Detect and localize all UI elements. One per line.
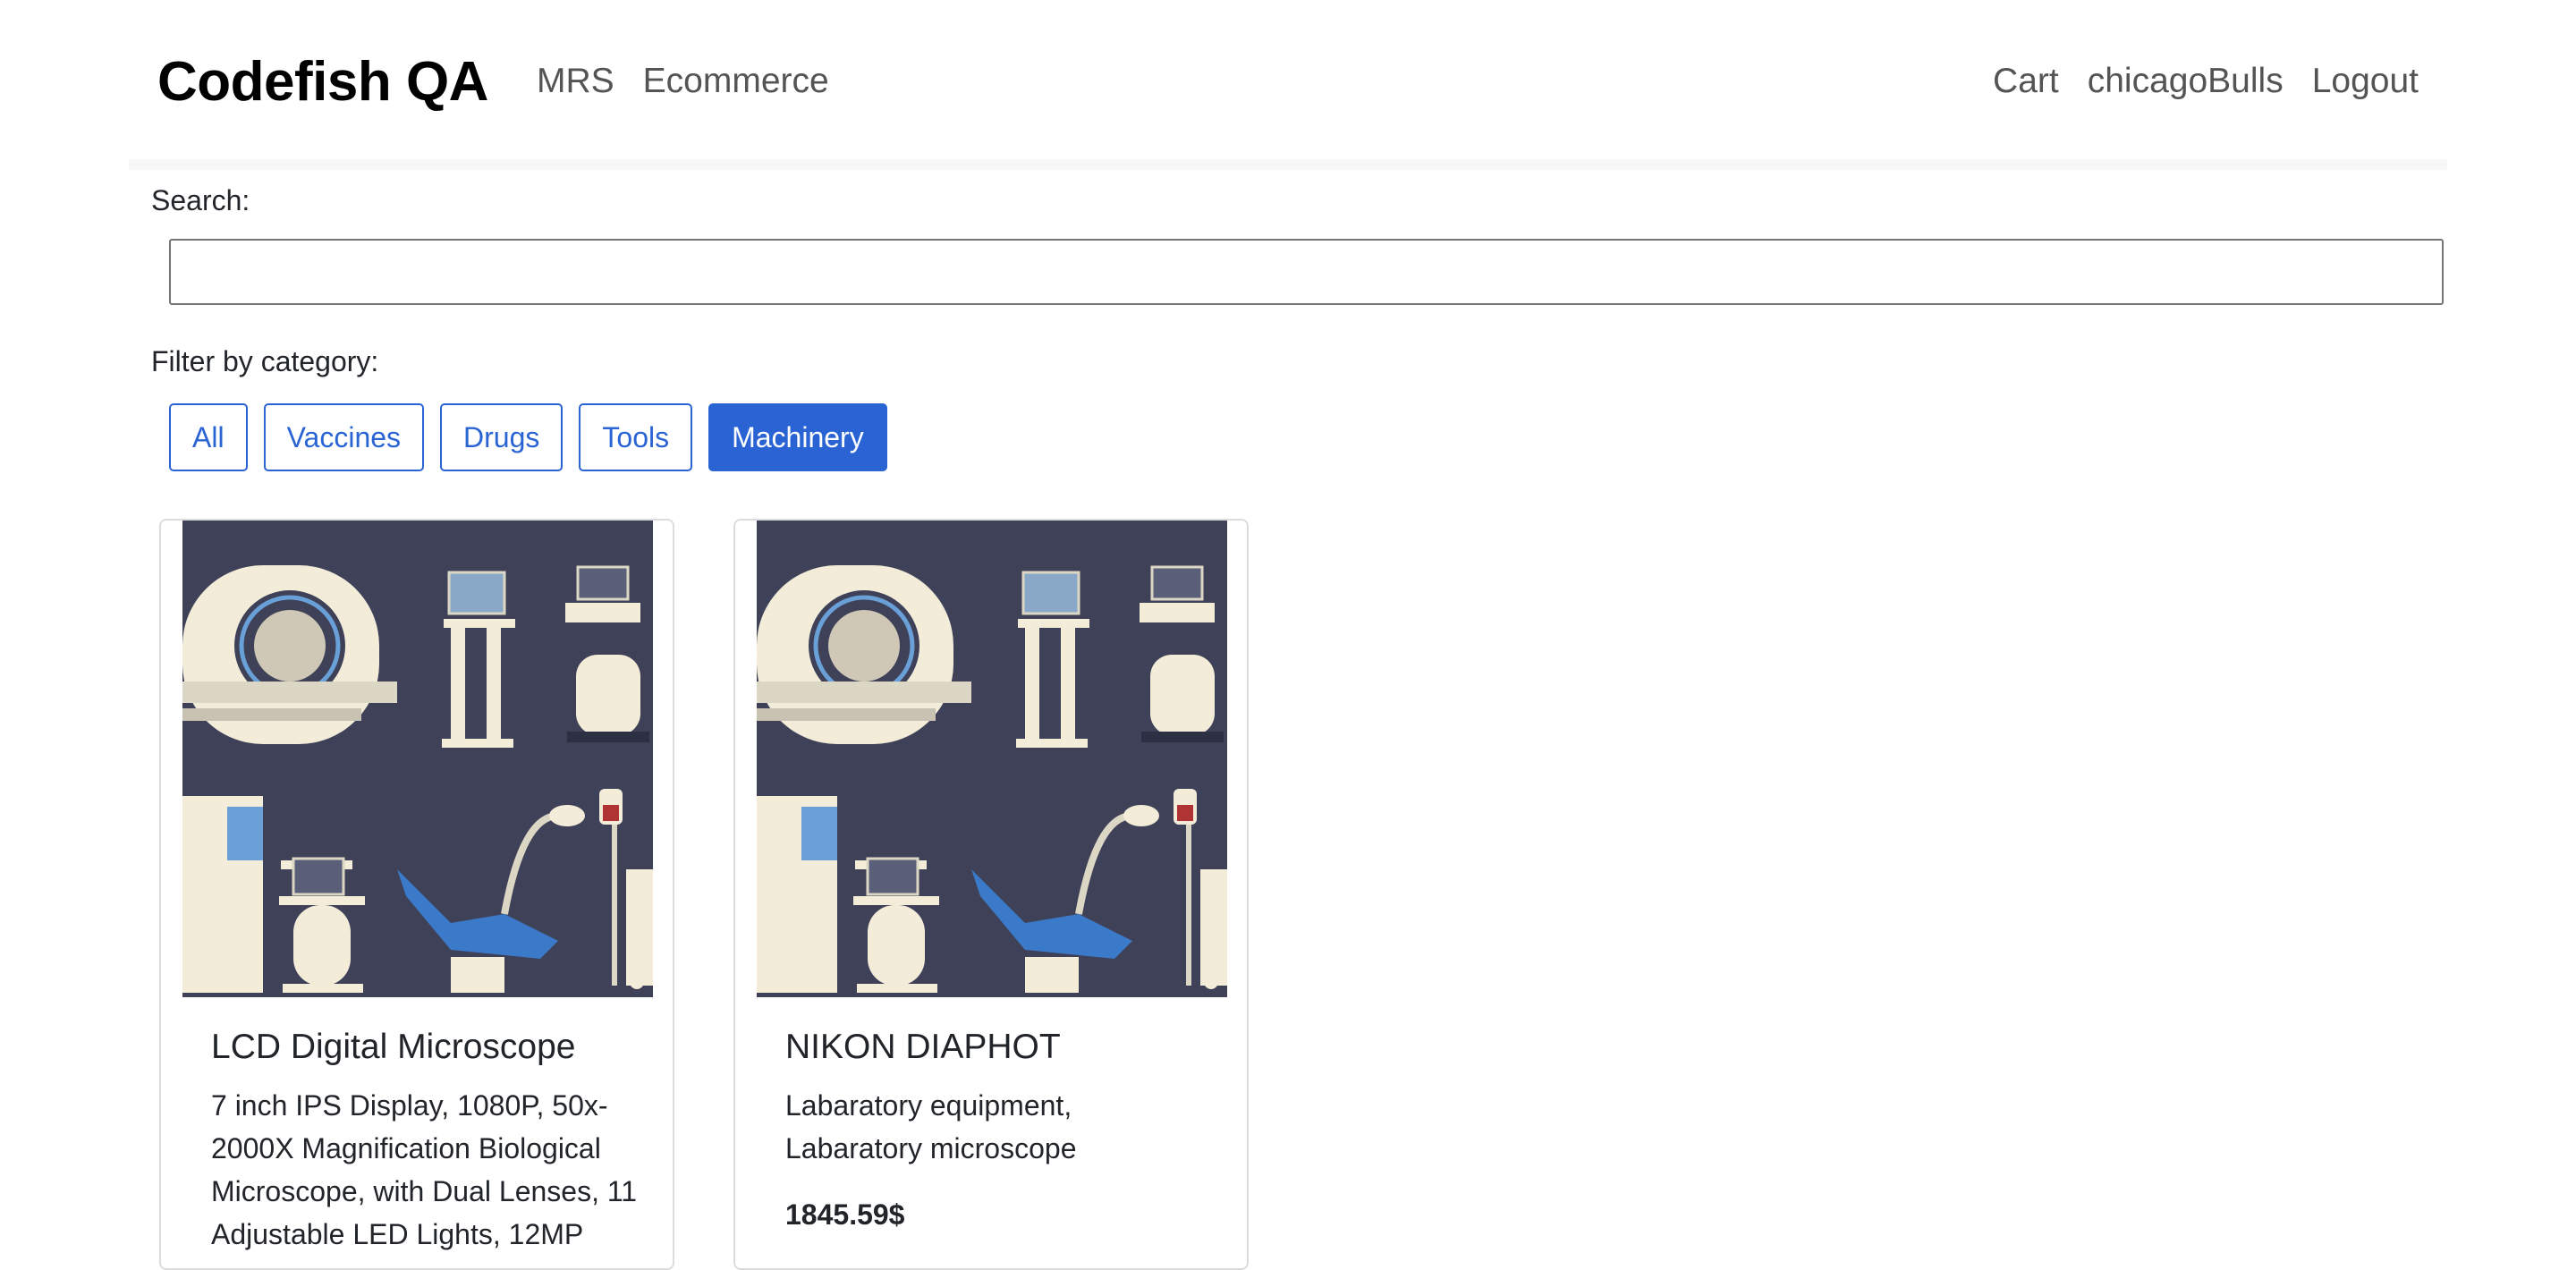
filter-tools-button[interactable]: Tools (579, 403, 693, 471)
filter-all-button[interactable]: All (169, 403, 248, 471)
nav-left: MRS Ecommerce (537, 59, 829, 104)
product-title[interactable]: NIKON DIAPHOT (785, 1025, 1215, 1070)
nav-link-logout[interactable]: Logout (2312, 59, 2419, 104)
product-card[interactable]: LCD Digital Microscope 7 inch IPS Displa… (159, 519, 674, 1270)
nav-right: Cart chicagoBulls Logout (1993, 59, 2419, 104)
medical-equipment-illustration (757, 521, 1227, 997)
nav-link-user[interactable]: chicagoBulls (2088, 59, 2284, 104)
nav-link-mrs[interactable]: MRS (537, 59, 614, 104)
product-image (182, 521, 653, 997)
product-card[interactable]: NIKON DIAPHOT Labaratory equipment, Laba… (733, 519, 1249, 1270)
brand-logo[interactable]: Codefish QA (157, 47, 488, 118)
product-description: 7 inch IPS Display, 1080P, 50x-2000X Mag… (211, 1089, 638, 1250)
filter-label: Filter by category: (151, 345, 379, 377)
nav-divider (129, 159, 2447, 170)
filter-vaccines-button[interactable]: Vaccines (263, 403, 425, 471)
filter-machinery-button[interactable]: Machinery (708, 403, 887, 471)
filter-drugs-button[interactable]: Drugs (440, 403, 564, 471)
category-filters: All Vaccines Drugs Tools Machinery (169, 403, 887, 471)
product-description: Labaratory equipment, Labaratory microsc… (785, 1089, 1077, 1164)
product-title[interactable]: LCD Digital Microscope (211, 1025, 640, 1070)
nav-link-cart[interactable]: Cart (1993, 59, 2059, 104)
medical-equipment-illustration (182, 521, 653, 997)
search-input[interactable] (169, 239, 2444, 305)
nav-link-ecommerce[interactable]: Ecommerce (643, 59, 829, 104)
product-price: 1845.59$ (785, 1198, 905, 1231)
product-image (757, 521, 1227, 997)
navbar: Codefish QA MRS Ecommerce Cart chicagoBu… (129, 0, 2447, 161)
search-label: Search: (151, 184, 250, 216)
